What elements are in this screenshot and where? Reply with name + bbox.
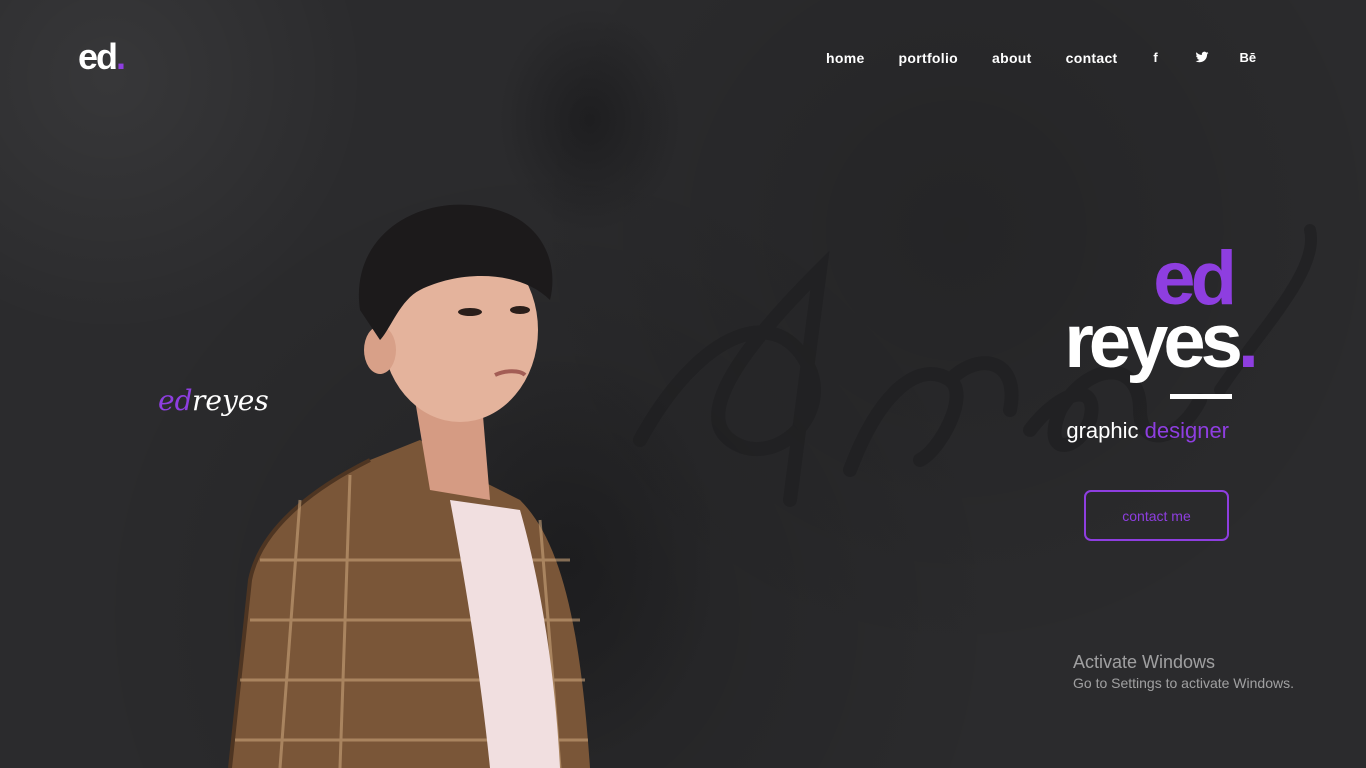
hero-divider <box>1170 394 1232 399</box>
behance-icon[interactable]: Bē <box>1240 50 1257 66</box>
activation-subtitle: Go to Settings to activate Windows. <box>1073 675 1294 691</box>
profile-photo <box>228 204 590 768</box>
signature-logo: ed reyes <box>158 384 269 417</box>
role-part1: graphic <box>1066 418 1139 443</box>
facebook-icon[interactable]: f <box>1148 50 1164 66</box>
nav-about[interactable]: about <box>992 50 1032 66</box>
signature-first: ed <box>158 384 193 417</box>
role-part2: designer <box>1144 418 1229 443</box>
contact-me-button[interactable]: contact me <box>1084 490 1229 541</box>
main-nav: home portfolio about contact f Bē <box>826 48 1286 68</box>
hero-role: graphic designer <box>1066 418 1229 444</box>
nav-contact[interactable]: contact <box>1066 50 1118 66</box>
nav-portfolio[interactable]: portfolio <box>899 50 958 66</box>
twitter-icon[interactable] <box>1194 50 1210 66</box>
signature-last: reyes <box>192 384 269 417</box>
nav-home[interactable]: home <box>826 50 865 66</box>
hero-last-name: reyes. <box>1064 299 1259 384</box>
site-logo[interactable]: ed. <box>78 36 126 78</box>
activation-title: Activate Windows <box>1073 652 1216 672</box>
hero-dot: . <box>1237 299 1259 384</box>
logo-dot: . <box>116 36 126 77</box>
windows-activation-notice: Activate Windows Go to Settings to activ… <box>1073 652 1294 691</box>
hero-name: ed reyes. <box>1064 241 1259 399</box>
social-links: f Bē <box>1148 50 1286 66</box>
